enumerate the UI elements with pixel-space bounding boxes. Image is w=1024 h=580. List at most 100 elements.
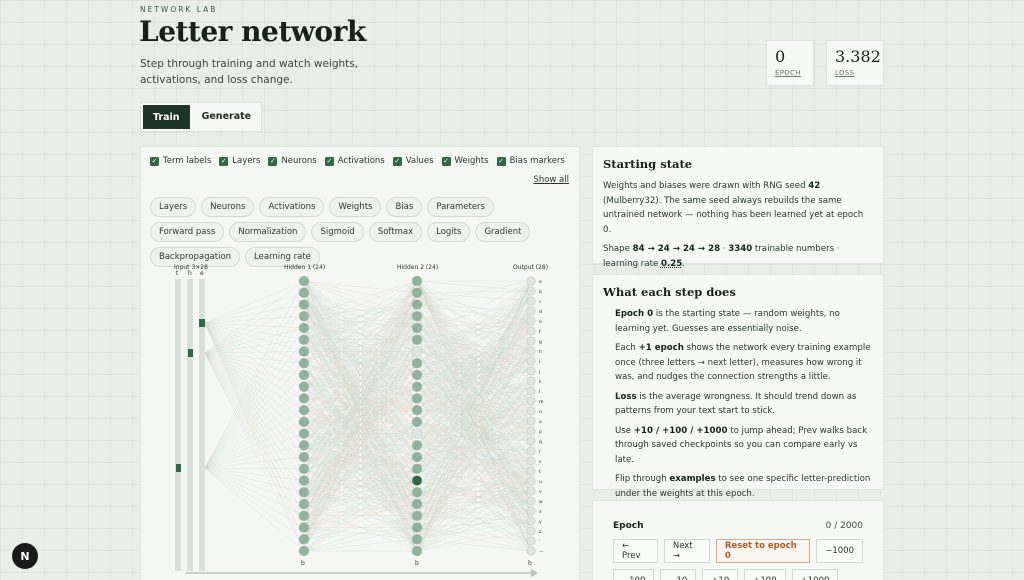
output-neuron[interactable] (526, 516, 536, 526)
learning-rate-value[interactable]: 0.25 (661, 259, 682, 269)
hidden1-neuron[interactable] (298, 357, 310, 369)
chip-parameters[interactable]: Parameters (427, 197, 494, 217)
show-all-link[interactable]: Show all (533, 175, 569, 185)
hidden2-neuron[interactable] (411, 534, 423, 545)
hidden2-neuron[interactable] (411, 428, 423, 439)
hidden1-neuron[interactable] (298, 498, 310, 510)
chip-forward-pass[interactable]: Forward pass (150, 222, 225, 242)
output-neuron[interactable] (526, 396, 536, 406)
hidden1-neuron[interactable] (298, 287, 310, 298)
output-neuron[interactable] (526, 296, 536, 306)
output-neuron[interactable] (526, 366, 536, 376)
minus-1000-button[interactable]: −1000 (816, 539, 863, 563)
hidden1-neuron[interactable] (298, 545, 310, 557)
hidden1-neuron[interactable] (298, 310, 310, 322)
hidden1-neuron[interactable] (298, 393, 310, 404)
chip-activations[interactable]: Activations (259, 197, 325, 217)
hidden2-neuron[interactable] (411, 310, 423, 322)
hidden2-neuron[interactable] (411, 440, 423, 451)
tab-generate[interactable]: Generate (192, 103, 262, 129)
chip-sigmoid[interactable]: Sigmoid (311, 222, 364, 242)
output-neuron[interactable] (526, 406, 536, 416)
hidden1-neuron[interactable] (298, 381, 310, 392)
plus-1000-button[interactable]: +1000 (791, 569, 839, 580)
output-neuron[interactable] (526, 456, 536, 466)
output-neuron[interactable] (526, 276, 536, 286)
plus-10-button[interactable]: +10 (702, 569, 739, 580)
hidden2-neuron[interactable] (411, 463, 423, 475)
hidden2-neuron[interactable] (411, 404, 423, 416)
output-neuron[interactable] (526, 476, 536, 486)
hidden2-neuron[interactable] (411, 287, 423, 298)
hidden1-neuron[interactable] (298, 416, 310, 428)
output-neuron[interactable] (526, 326, 536, 336)
chip-weights[interactable]: Weights (329, 197, 382, 217)
plus-100-button[interactable]: +100 (744, 569, 786, 580)
hidden2-neuron[interactable] (411, 322, 423, 334)
app-badge-icon[interactable]: N (12, 543, 38, 569)
hidden2-neuron[interactable] (411, 475, 423, 486)
chip-bias[interactable]: Bias (386, 197, 423, 217)
hidden2-neuron[interactable] (411, 451, 423, 463)
output-neuron[interactable] (526, 426, 536, 436)
toggle-layers[interactable]: ✓ Layers (219, 156, 260, 166)
chip-softmax[interactable]: Softmax (368, 222, 423, 242)
minus-100-button[interactable]: −100 (613, 569, 655, 580)
hidden1-neuron[interactable] (298, 275, 310, 287)
output-neuron[interactable] (526, 416, 536, 426)
hidden1-neuron[interactable] (298, 404, 310, 416)
hidden1-neuron[interactable] (298, 440, 310, 451)
hidden1-neuron[interactable] (298, 451, 310, 463)
output-neuron[interactable] (526, 466, 536, 476)
toggle-neurons[interactable]: ✓ Neurons (268, 156, 317, 166)
hidden1-neuron[interactable] (298, 510, 310, 522)
hidden2-neuron[interactable] (411, 545, 423, 557)
hidden2-neuron[interactable] (411, 346, 423, 357)
reset-epoch-button[interactable]: Reset to epoch 0 (715, 539, 811, 563)
output-neuron[interactable] (526, 356, 536, 366)
hidden1-neuron[interactable] (298, 534, 310, 545)
output-neuron[interactable] (526, 346, 536, 356)
minus-10-button[interactable]: −10 (660, 569, 697, 580)
output-neuron[interactable] (526, 316, 536, 326)
hidden1-neuron[interactable] (298, 322, 310, 334)
hidden1-neuron[interactable] (298, 346, 310, 357)
hidden1-neuron[interactable] (298, 428, 310, 439)
hidden2-neuron[interactable] (411, 357, 423, 369)
output-neuron[interactable] (526, 436, 536, 446)
output-neuron[interactable] (526, 286, 536, 296)
toggle-term-labels[interactable]: ✓ Term labels (150, 156, 211, 166)
chip-layers[interactable]: Layers (150, 197, 197, 217)
hidden1-neuron[interactable] (298, 299, 310, 310)
hidden2-neuron[interactable] (411, 510, 423, 522)
chip-normalization[interactable]: Normalization (229, 222, 307, 242)
output-neuron[interactable] (526, 376, 536, 386)
hidden1-neuron[interactable] (298, 334, 310, 345)
hidden2-neuron[interactable] (411, 487, 423, 498)
output-neuron[interactable] (526, 546, 536, 556)
hidden1-neuron[interactable] (298, 463, 310, 475)
hidden1-neuron[interactable] (298, 475, 310, 486)
prev-button[interactable]: ← Prev (613, 539, 658, 563)
chip-gradient[interactable]: Gradient (475, 222, 531, 242)
output-neuron[interactable] (526, 486, 536, 496)
hidden1-neuron[interactable] (298, 487, 310, 498)
toggle-bias-markers[interactable]: ✓ Bias markers (496, 156, 565, 166)
output-neuron[interactable] (526, 336, 536, 346)
output-neuron[interactable] (526, 386, 536, 396)
output-neuron[interactable] (526, 526, 536, 536)
hidden2-neuron[interactable] (411, 393, 423, 404)
hidden2-neuron[interactable] (411, 498, 423, 510)
hidden2-neuron[interactable] (411, 522, 423, 533)
chip-logits[interactable]: Logits (427, 222, 471, 242)
output-neuron[interactable] (526, 306, 536, 316)
hidden2-neuron[interactable] (411, 334, 423, 345)
toggle-activations[interactable]: ✓ Activations (324, 156, 385, 166)
chip-neurons[interactable]: Neurons (201, 197, 255, 217)
hidden2-neuron[interactable] (411, 299, 423, 310)
hidden1-neuron[interactable] (298, 522, 310, 533)
toggle-values[interactable]: ✓ Values (392, 156, 434, 166)
hidden2-neuron[interactable] (411, 416, 423, 428)
hidden1-neuron[interactable] (298, 369, 310, 381)
tab-train[interactable]: Train (143, 105, 190, 129)
